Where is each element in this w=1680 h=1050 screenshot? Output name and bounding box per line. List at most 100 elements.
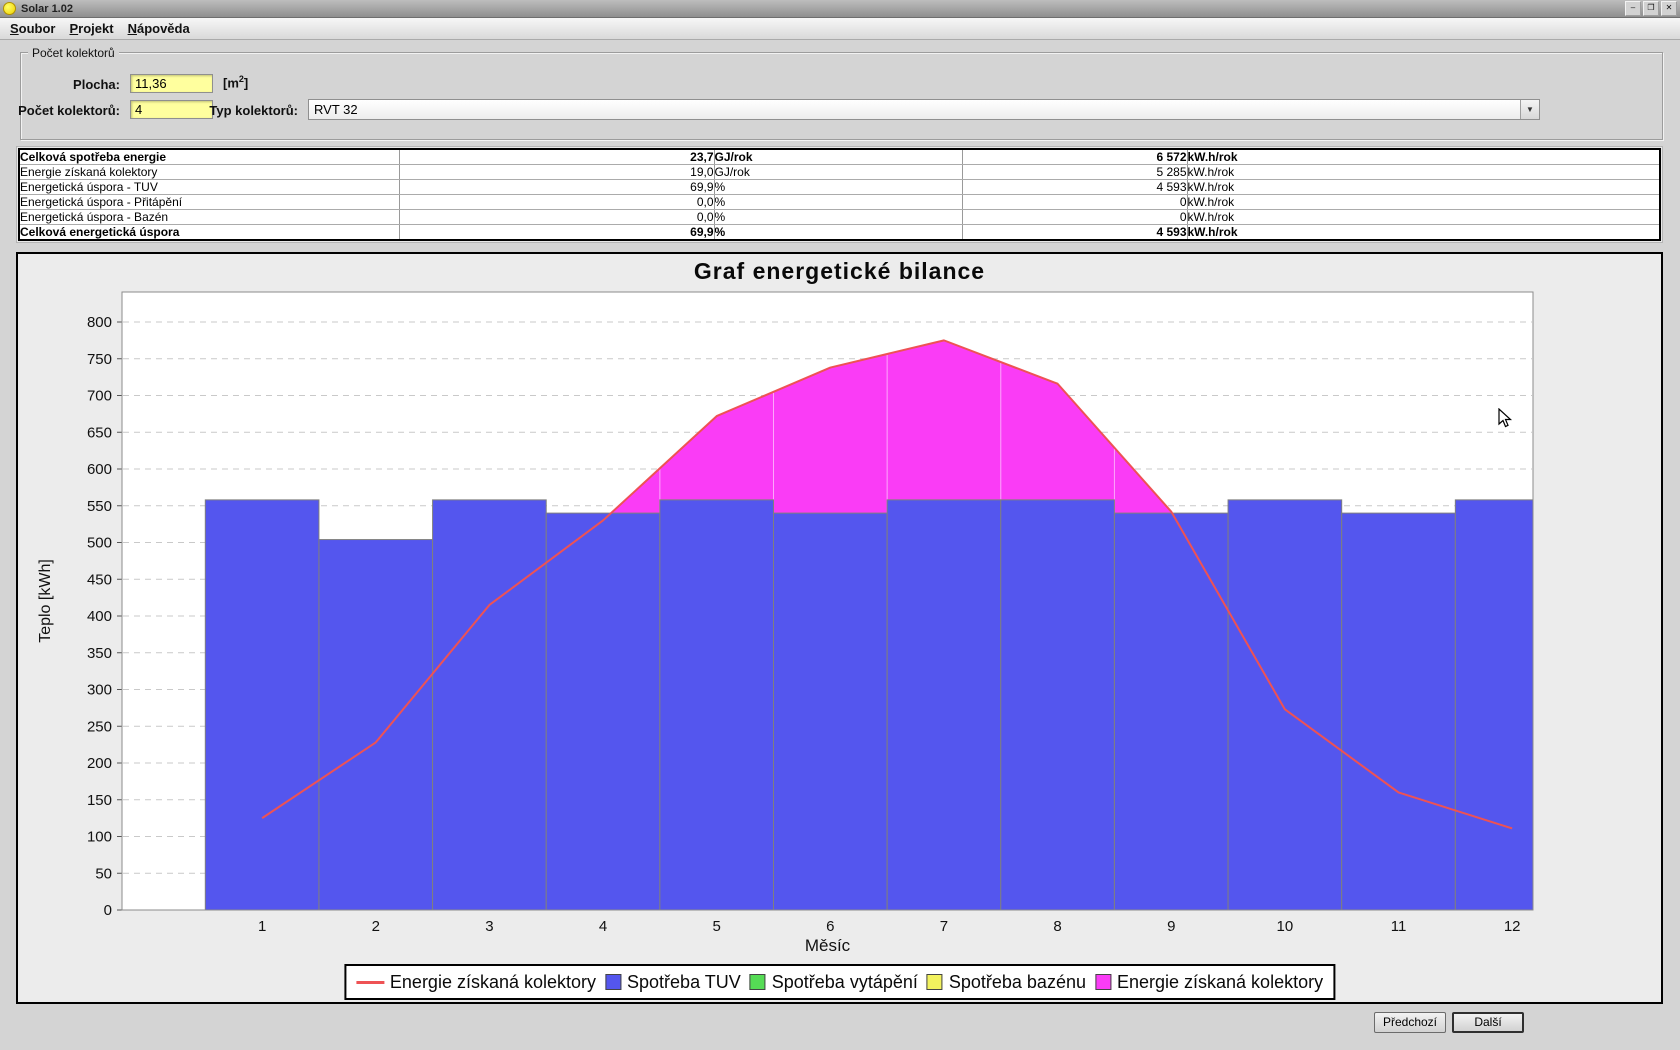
legend-label: Spotřeba TUV <box>627 972 741 993</box>
results-table: Celková spotřeba energie23,7GJ/rok6 572k… <box>18 148 1661 241</box>
svg-text:400: 400 <box>87 608 112 625</box>
table-cell: GJ/rok <box>714 149 962 165</box>
table-cell: kW.h/rok <box>1187 180 1660 195</box>
table-cell: kW.h/rok <box>1187 195 1660 210</box>
typ-label: Typ kolektorů: <box>200 103 298 118</box>
svg-text:650: 650 <box>87 424 112 441</box>
table-cell: kW.h/rok <box>1187 165 1660 180</box>
legend-line-swatch-icon <box>356 981 384 984</box>
svg-text:12: 12 <box>1504 918 1521 935</box>
solar-app-window: { "window": { "title": "Solar 1.02", "co… <box>0 0 1680 1050</box>
minimize-icon[interactable]: – <box>1625 1 1641 16</box>
svg-text:200: 200 <box>87 755 112 772</box>
menu-soubor[interactable]: Soubor <box>6 19 66 39</box>
window-title: Solar 1.02 <box>21 3 73 15</box>
table-cell: % <box>714 195 962 210</box>
chart-legend: Energie získaná kolektory Spotřeba TUV Spo… <box>344 964 1335 1000</box>
svg-text:50: 50 <box>95 865 112 882</box>
svg-text:10: 10 <box>1277 918 1294 935</box>
typ-kolektoru-combobox[interactable]: RVT 32 ▼ <box>308 99 1540 120</box>
menu-projekt[interactable]: Projekt <box>66 19 124 39</box>
legend-label: Energie získaná kolektory <box>390 972 596 993</box>
table-cell: Energetická úspora - Přitápění <box>19 195 399 210</box>
energy-balance-chart: 0501001502002503003504004505005506006507… <box>18 254 1661 1002</box>
svg-text:700: 700 <box>87 388 112 405</box>
table-cell: Celková spotřeba energie <box>19 149 399 165</box>
legend-square-swatch-icon <box>1095 974 1111 990</box>
svg-text:100: 100 <box>87 829 112 846</box>
svg-text:8: 8 <box>1053 918 1061 935</box>
table-cell: 6 572 <box>962 149 1187 165</box>
table-cell: % <box>714 210 962 225</box>
table-cell: 0,0 <box>399 210 714 225</box>
window-controls: – ❐ ✕ <box>1625 1 1680 16</box>
x-axis-title: Měsíc <box>122 936 1533 956</box>
table-cell: Energie získaná kolektory <box>19 165 399 180</box>
table-row: Energetická úspora - TUV69,9%4 593kW.h/r… <box>19 180 1660 195</box>
svg-text:11: 11 <box>1391 918 1407 935</box>
svg-text:550: 550 <box>87 498 112 515</box>
menu-bar: Soubor Projekt Nápověda <box>0 18 1680 40</box>
legend-square-swatch-icon <box>750 974 766 990</box>
groupbox-title: Počet kolektorů <box>28 46 119 60</box>
table-row: Energetická úspora - Přitápění0,0%0kW.h/… <box>19 195 1660 210</box>
next-button[interactable]: Další <box>1452 1012 1524 1033</box>
svg-text:300: 300 <box>87 682 112 699</box>
svg-text:350: 350 <box>87 645 112 662</box>
svg-text:2: 2 <box>372 918 380 935</box>
table-cell: 0 <box>962 210 1187 225</box>
table-cell: 23,7 <box>399 149 714 165</box>
svg-text:9: 9 <box>1167 918 1175 935</box>
energy-balance-chart-panel: Graf energetické bilance 050100150200250… <box>16 252 1663 1004</box>
svg-text:800: 800 <box>87 314 112 331</box>
table-cell: 4 593 <box>962 225 1187 241</box>
legend-label: Spotřeba bazénu <box>949 972 1086 993</box>
table-cell: 0,0 <box>399 195 714 210</box>
svg-text:4: 4 <box>599 918 607 935</box>
plocha-unit-label: [m2] <box>223 74 248 90</box>
table-cell: Energetická úspora - TUV <box>19 180 399 195</box>
maximize-icon[interactable]: ❐ <box>1643 1 1659 16</box>
legend-square-swatch-icon <box>605 974 621 990</box>
table-cell: Energetická úspora - Bazén <box>19 210 399 225</box>
svg-text:450: 450 <box>87 571 112 588</box>
table-cell: 69,9 <box>399 180 714 195</box>
svg-text:500: 500 <box>87 535 112 552</box>
legend-item: Energie získaná kolektory <box>1095 972 1323 993</box>
collector-groupbox <box>20 52 1663 140</box>
table-cell: kW.h/rok <box>1187 149 1660 165</box>
legend-item: Spotřeba TUV <box>605 972 741 993</box>
legend-item: Spotřeba bazénu <box>927 972 1086 993</box>
svg-text:150: 150 <box>87 792 112 809</box>
close-icon[interactable]: ✕ <box>1661 1 1677 16</box>
plocha-input[interactable] <box>130 74 213 93</box>
table-cell: GJ/rok <box>714 165 962 180</box>
previous-button[interactable]: Předchozí <box>1374 1012 1446 1033</box>
svg-text:7: 7 <box>940 918 948 935</box>
table-cell: Celková energetická úspora <box>19 225 399 241</box>
title-bar[interactable]: Solar 1.02 – ❐ ✕ <box>0 0 1680 18</box>
svg-text:3: 3 <box>485 918 493 935</box>
svg-text:0: 0 <box>104 902 112 919</box>
svg-text:1: 1 <box>258 918 266 935</box>
table-cell: kW.h/rok <box>1187 210 1660 225</box>
y-axis-title: Teplo [kWh] <box>37 559 55 643</box>
chevron-down-icon[interactable]: ▼ <box>1520 100 1539 119</box>
table-row: Celková spotřeba energie23,7GJ/rok6 572k… <box>19 149 1660 165</box>
menu-napoveda[interactable]: Nápověda <box>124 19 200 39</box>
results-table-panel: Celková spotřeba energie23,7GJ/rok6 572k… <box>16 146 1663 243</box>
legend-label: Energie získaná kolektory <box>1117 972 1323 993</box>
svg-text:600: 600 <box>87 461 112 478</box>
sun-app-icon <box>3 2 16 15</box>
table-cell: kW.h/rok <box>1187 225 1660 241</box>
table-row: Celková energetická úspora69,9%4 593kW.h… <box>19 225 1660 241</box>
table-cell: % <box>714 180 962 195</box>
legend-item: Energie získaná kolektory <box>356 972 596 993</box>
table-cell: % <box>714 225 962 241</box>
table-row: Energie získaná kolektory19,0GJ/rok5 285… <box>19 165 1660 180</box>
table-cell: 69,9 <box>399 225 714 241</box>
table-cell: 5 285 <box>962 165 1187 180</box>
svg-text:750: 750 <box>87 351 112 368</box>
plocha-label: Plocha: <box>30 77 120 92</box>
results-table-body: Celková spotřeba energie23,7GJ/rok6 572k… <box>19 149 1660 240</box>
